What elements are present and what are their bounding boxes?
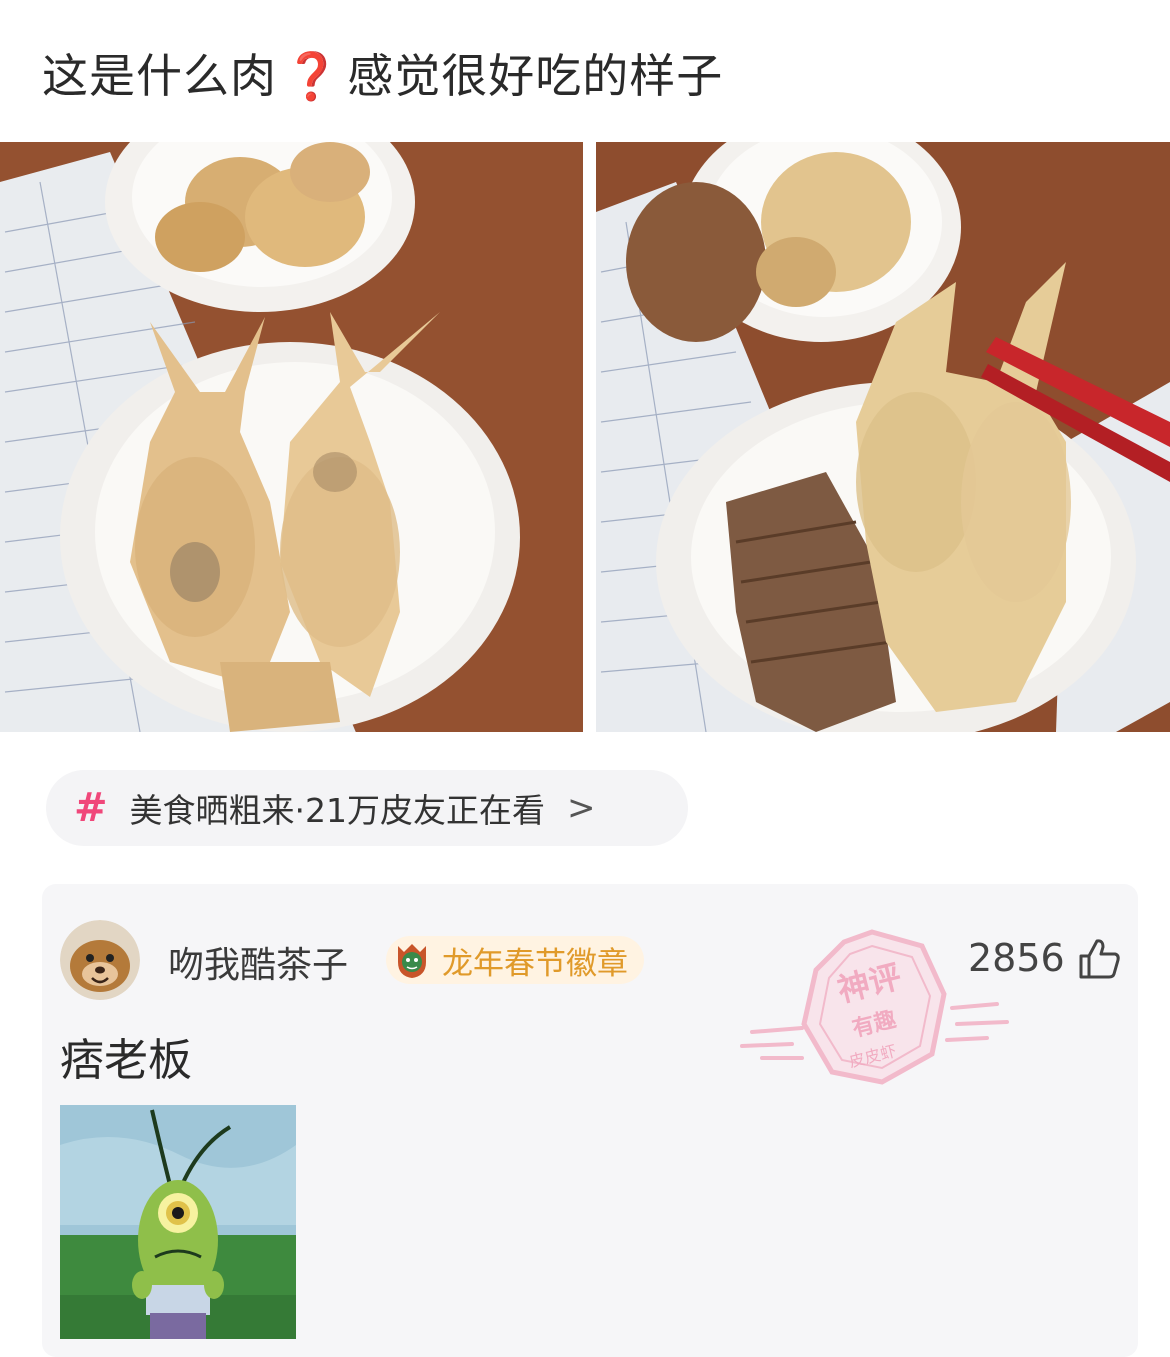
- post-title-text-2: 感觉很好吃的样子: [347, 49, 724, 103]
- plankton-meme: [60, 1105, 296, 1339]
- like-count: 2856: [968, 936, 1065, 980]
- post-title-text: 这是什么肉: [42, 49, 277, 103]
- food-photo-2: [596, 142, 1170, 732]
- topic-tag[interactable]: # 美食晒粗来·21万皮友正在看 >: [46, 770, 688, 846]
- post-title: 这是什么肉 ❓ 感觉很好吃的样子: [42, 40, 723, 106]
- chevron-right-icon: >: [567, 788, 596, 828]
- post-image-2[interactable]: [596, 142, 1170, 732]
- festival-badge[interactable]: 龙年春节徽章: [386, 936, 644, 984]
- thumbs-up-icon[interactable]: [1076, 936, 1122, 982]
- comment-username[interactable]: 吻我酷茶子: [168, 936, 348, 988]
- question-mark-icon: ❓: [283, 49, 342, 103]
- top-comment: 吻我酷茶子 龙年春节徽章 神评 有趣 皮皮虾 2856 痞老板: [42, 884, 1138, 1357]
- topic-label: 美食晒粗来·21万皮友正在看: [129, 791, 545, 830]
- avatar[interactable]: [60, 920, 140, 1000]
- hashtag-icon: #: [74, 785, 108, 831]
- comment-text: 痞老板: [60, 1035, 192, 1086]
- comment-image[interactable]: [60, 1105, 296, 1339]
- food-photo-1: [0, 142, 583, 732]
- dragon-badge-icon: [398, 944, 426, 978]
- badge-label: 龙年春节徽章: [442, 945, 628, 982]
- post-image-1[interactable]: [0, 142, 583, 732]
